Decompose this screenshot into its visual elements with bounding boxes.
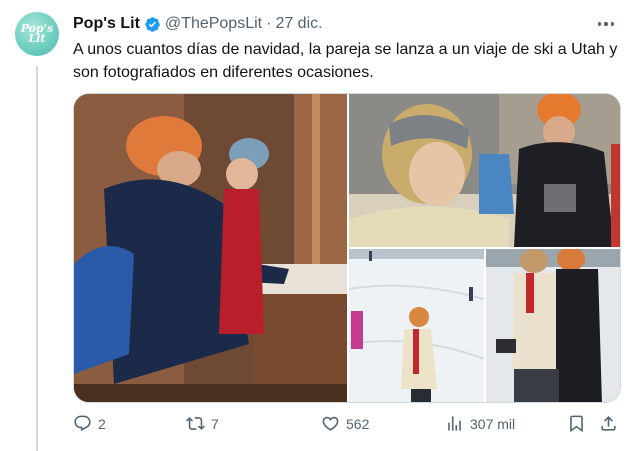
user-handle[interactable]: @ThePopsLit bbox=[165, 15, 262, 33]
heart-icon bbox=[322, 416, 339, 431]
photo-couple-seated[interactable] bbox=[74, 94, 347, 402]
share-icon bbox=[601, 416, 616, 431]
reply-icon bbox=[74, 415, 91, 432]
avatar[interactable]: Pop's Lit bbox=[15, 12, 59, 56]
photo-couple-slope[interactable] bbox=[486, 249, 620, 402]
thread-line bbox=[36, 66, 38, 451]
photo-ski-slope[interactable] bbox=[349, 249, 484, 402]
views-count: 307 mil bbox=[470, 415, 516, 432]
bookmark-icon bbox=[570, 415, 583, 433]
more-options-icon[interactable] bbox=[594, 14, 618, 34]
retweet-count: 7 bbox=[211, 415, 219, 432]
tweet-text: A unos cuantos días de navidad, la parej… bbox=[73, 41, 618, 81]
reply-count: 2 bbox=[98, 415, 106, 432]
photo-couple-closeup[interactable] bbox=[349, 94, 620, 247]
display-name[interactable]: Pop's Lit bbox=[73, 15, 140, 33]
reply-button[interactable]: 2 bbox=[73, 414, 106, 433]
retweet-button[interactable]: 7 bbox=[186, 414, 219, 433]
media-grid bbox=[73, 93, 621, 403]
like-button[interactable]: 562 bbox=[321, 414, 369, 433]
views-icon bbox=[448, 416, 461, 431]
verified-badge-icon[interactable] bbox=[144, 16, 161, 33]
action-bar: 2 7 562 307 mil bbox=[73, 410, 623, 438]
avatar-logo-text: Pop's Lit bbox=[20, 22, 54, 45]
share-button[interactable] bbox=[599, 414, 618, 433]
views-button[interactable]: 307 mil bbox=[445, 414, 515, 433]
tweet-date[interactable]: 27 dic. bbox=[275, 15, 322, 33]
separator-dot: · bbox=[266, 15, 272, 32]
bookmark-button[interactable] bbox=[567, 414, 586, 433]
like-count: 562 bbox=[346, 415, 370, 432]
tweet-header: Pop's Lit @ThePopsLit · 27 dic. bbox=[73, 13, 323, 35]
retweet-icon bbox=[186, 417, 205, 430]
